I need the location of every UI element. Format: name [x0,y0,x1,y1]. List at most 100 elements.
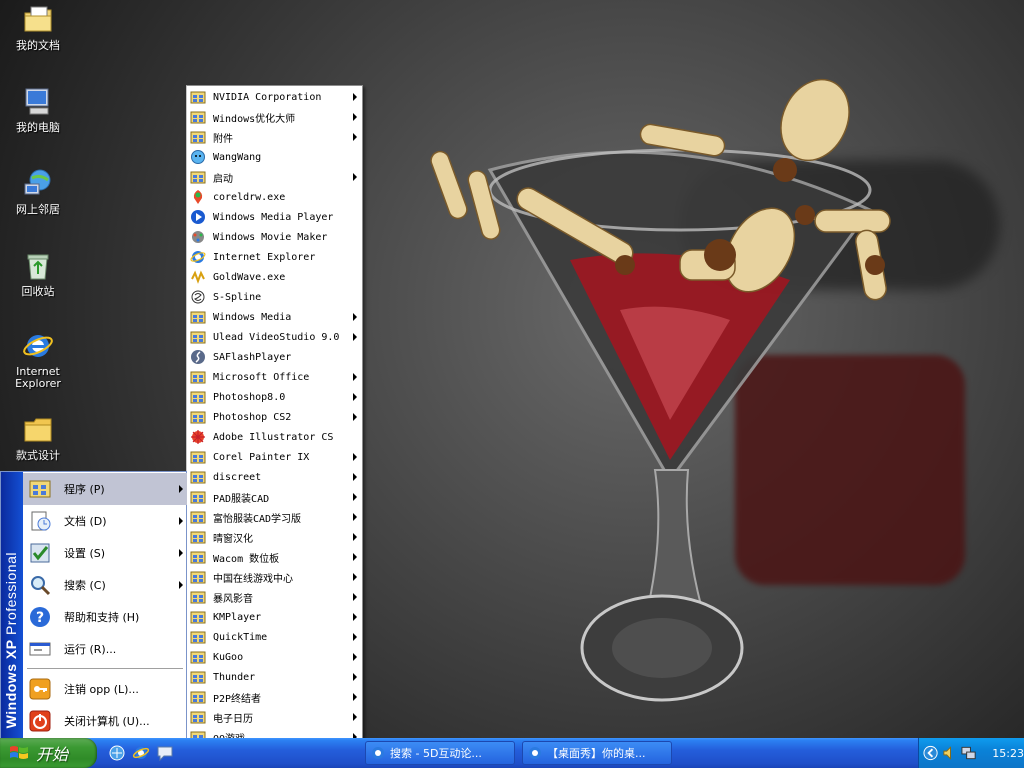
recycle-bin-icon [27,254,49,280]
submenu-arrow-icon [353,633,357,641]
programs-menu-item[interactable]: Ulead VideoStudio 9.0 [187,327,362,347]
program-group-icon [190,671,206,684]
programs-menu-item[interactable]: 电子日历 [187,707,362,727]
wangwang-icon [191,150,205,164]
programs-menu-item-label: Windows Media [213,311,292,323]
programs-menu-item[interactable]: S-Spline [187,287,362,307]
band-text-windows-xp: Windows XP [3,639,19,728]
my-computer-icon [25,88,49,115]
programs-menu-item[interactable]: discreet [187,467,362,487]
programs-menu-item[interactable]: 暴风影音 [187,587,362,607]
messenger-icon[interactable] [156,744,174,762]
start-menu-item-logoff[interactable]: 注销 opp (L)... [23,673,187,705]
programs-menu-item-label: NVIDIA Corporation [213,91,322,103]
start-menu-item-settings[interactable]: 设置 (S) [23,537,187,569]
programs-menu-item[interactable]: KMPlayer [187,607,362,627]
programs-menu-item-label: Wacom 数位板 [213,553,280,565]
program-group-icon [190,411,206,424]
clock[interactable]: 15:23 [992,747,1024,760]
desktop-icon-recycle-bin[interactable]: 回收站 [0,250,76,298]
programs-menu-item[interactable]: QuickTime [187,627,362,647]
programs-menu-item[interactable]: Microsoft Office [187,367,362,387]
programs-menu-item[interactable]: coreldrw.exe [187,187,362,207]
desktop-icon-my-documents[interactable]: 我的文档 [0,4,76,52]
submenu-arrow-icon [353,713,357,721]
internet-explorer-icon [23,335,53,357]
programs-menu-item[interactable]: KuGoo [187,647,362,667]
submenu-arrow-icon [353,573,357,581]
start-menu-separator [27,668,183,669]
program-group-icon [190,331,206,344]
taskbar-button-search[interactable]: 搜索 - 5D互动论... [365,741,515,765]
programs-menu-item[interactable]: 中国在线游戏中心 [187,567,362,587]
desktop-icon-label-line2: Explorer [15,377,61,390]
desktop-icon-internet-explorer[interactable]: Internet Explorer [0,330,76,390]
start-menu-item-documents[interactable]: 文档 (D) [23,505,187,537]
programs-menu-item[interactable]: 附件 [187,127,362,147]
submenu-arrow-icon [353,173,357,181]
programs-menu-item[interactable]: NVIDIA Corporation [187,87,362,107]
movie-maker-icon [192,231,204,243]
programs-menu-item[interactable]: Thunder [187,667,362,687]
taskbar-button-desktop-show[interactable]: 【桌面秀】你的桌... [522,741,672,765]
start-menu-item-label: 设置 (S) [64,547,106,560]
programs-menu-item[interactable]: P2P终结者 [187,687,362,707]
programs-menu-item-label: Ulead VideoStudio 9.0 [213,331,340,343]
start-menu-item-search[interactable]: 搜索 (C) [23,569,187,601]
start-menu-item-run[interactable]: 运行 (R)... [23,633,187,665]
illustrator-icon [191,430,205,444]
programs-menu-item[interactable]: Windows Movie Maker [187,227,362,247]
documents-icon [31,511,51,531]
desktop-icon-my-computer[interactable]: 我的电脑 [0,86,76,134]
programs-menu-item[interactable]: Corel Painter IX [187,447,362,467]
desktop-icon-network-places[interactable]: 网上邻居 [0,168,76,216]
program-group-icon [190,651,206,664]
programs-menu-item[interactable]: Internet Explorer [187,247,362,267]
submenu-arrow-icon [353,593,357,601]
submenu-arrow-icon [353,113,357,121]
programs-menu-item[interactable]: 晴窗汉化 [187,527,362,547]
programs-menu-item-label: S-Spline [213,291,262,303]
program-group-icon [190,571,206,584]
programs-menu-item[interactable]: WangWang [187,147,362,167]
internet-explorer-icon[interactable] [132,744,150,762]
programs-menu-item[interactable]: 启动 [187,167,362,187]
programs-menu-item[interactable]: PAD服装CAD [187,487,362,507]
start-menu-item-shutdown[interactable]: 关闭计算机 (U)... [23,705,187,737]
program-group-icon [190,171,206,184]
tray-arrow-icon[interactable] [923,745,938,761]
programs-menu-item-label: Windows Media Player [213,211,334,223]
network-tray-icon[interactable] [961,745,976,761]
sound-icon[interactable] [942,745,957,761]
programs-menu-item[interactable]: Photoshop CS2 [187,407,362,427]
internet-explorer-icon [372,747,384,759]
desktop-icon-label: 网上邻居 [16,203,60,216]
svg-text:?: ? [36,610,44,626]
programs-menu-item[interactable]: GoldWave.exe [187,267,362,287]
goldwave-icon [191,270,205,284]
network-icon[interactable] [108,744,126,762]
programs-menu-item[interactable]: Adobe Illustrator CS [187,427,362,447]
programs-menu-item-label: Corel Painter IX [213,451,310,463]
program-group-icon [190,631,206,644]
programs-menu-item-label: KMPlayer [213,611,262,623]
programs-menu-item[interactable]: Wacom 数位板 [187,547,362,567]
programs-icon [29,480,51,498]
programs-menu-item-label: P2P终结者 [213,693,262,705]
programs-menu-item[interactable]: SAFlashPlayer [187,347,362,367]
programs-menu-item[interactable]: Windows Media Player [187,207,362,227]
start-menu-item-help[interactable]: ? 帮助和支持 (H) [23,601,187,633]
programs-menu-item[interactable]: Photoshop8.0 [187,387,362,407]
programs-menu-item-label: 中国在线游戏中心 [213,573,293,585]
start-menu-item-label: 注销 opp (L)... [64,683,139,696]
programs-menu-item-label: Microsoft Office [213,371,310,383]
desktop-icon-folder[interactable]: 款式设计 [0,414,76,462]
programs-menu-item[interactable]: Windows Media [187,307,362,327]
programs-menu-item[interactable]: Windows优化大师 [187,107,362,127]
start-menu-item-programs[interactable]: 程序 (P) [23,473,187,505]
program-group-icon [190,371,206,384]
taskbar: 开始 搜索 - 5D互动论... 【桌面秀】你的桌... 15:23 [0,738,1024,768]
programs-menu-item[interactable]: 富怡服装CAD学习版 [187,507,362,527]
programs-menu-item-label: Windows优化大师 [213,113,296,125]
start-button[interactable]: 开始 [0,738,97,768]
